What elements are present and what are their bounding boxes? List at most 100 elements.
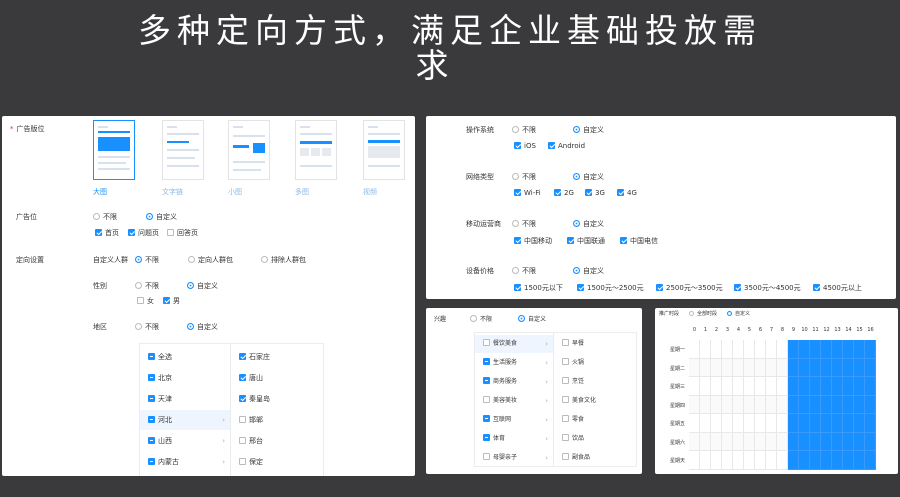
schedule-cell[interactable] xyxy=(788,358,799,377)
city-item[interactable]: 秦皇岛 xyxy=(231,389,323,409)
schedule-cell[interactable] xyxy=(832,395,843,414)
network-custom-radio[interactable]: 自定义 xyxy=(573,172,604,182)
schedule-cell[interactable] xyxy=(854,451,865,470)
check-answer[interactable]: 回答页 xyxy=(167,228,198,238)
check-male[interactable]: 男 xyxy=(163,296,180,306)
province-item[interactable]: 北京 xyxy=(140,368,231,388)
schedule-cell[interactable] xyxy=(744,451,755,470)
check-home[interactable]: 首页 xyxy=(95,228,119,238)
schedule-cell[interactable] xyxy=(755,395,766,414)
category-item[interactable]: 美容美妆 › xyxy=(475,392,554,410)
schedule-cell[interactable] xyxy=(821,414,832,433)
schedule-cell[interactable] xyxy=(777,432,788,451)
schedule-cell[interactable] xyxy=(689,414,700,433)
check-4g[interactable]: 4G xyxy=(617,189,637,197)
schedule-cell[interactable] xyxy=(700,395,711,414)
schedule-cell[interactable] xyxy=(766,395,777,414)
schedule-cell[interactable] xyxy=(689,395,700,414)
schedule-cell[interactable] xyxy=(843,377,854,396)
region-unlimited-radio[interactable]: 不限 xyxy=(135,322,159,332)
schedule-cell[interactable] xyxy=(766,358,777,377)
check-telecom[interactable]: 中国电信 xyxy=(620,236,658,246)
schedule-cell[interactable] xyxy=(744,414,755,433)
ad-position-unlimited-radio[interactable]: 不限 xyxy=(93,212,117,222)
schedule-cell[interactable] xyxy=(799,432,810,451)
schedule-cell[interactable] xyxy=(799,395,810,414)
schedule-cell[interactable] xyxy=(810,451,821,470)
schedule-cell[interactable] xyxy=(810,414,821,433)
interest-unlimited-radio[interactable]: 不限 xyxy=(470,314,492,323)
check-android[interactable]: Android xyxy=(548,142,585,150)
schedule-cell[interactable] xyxy=(711,377,722,396)
schedule-cell[interactable] xyxy=(843,358,854,377)
schedule-cell[interactable] xyxy=(689,358,700,377)
schedule-cell[interactable] xyxy=(722,432,733,451)
schedule-cell[interactable] xyxy=(821,358,832,377)
subcategory-item[interactable]: 烹饪 xyxy=(554,373,636,391)
city-item[interactable]: 邢台 xyxy=(231,431,323,451)
check-female[interactable]: 女 xyxy=(137,296,154,306)
schedule-cell[interactable] xyxy=(777,358,788,377)
schedule-cell[interactable] xyxy=(711,432,722,451)
schedule-cell[interactable] xyxy=(744,340,755,359)
schedule-cell[interactable] xyxy=(788,432,799,451)
schedule-cell[interactable] xyxy=(777,414,788,433)
schedule-cell[interactable] xyxy=(766,432,777,451)
check-price-4[interactable]: 3500元～4500元 xyxy=(734,283,801,293)
schedule-cell[interactable] xyxy=(821,340,832,359)
schedule-cell[interactable] xyxy=(733,414,744,433)
schedule-cell[interactable] xyxy=(854,395,865,414)
schedule-cell[interactable] xyxy=(766,414,777,433)
schedule-cell[interactable] xyxy=(854,377,865,396)
os-unlimited-radio[interactable]: 不限 xyxy=(512,125,536,135)
schedule-cell[interactable] xyxy=(821,395,832,414)
schedule-cell[interactable] xyxy=(722,414,733,433)
schedule-cell[interactable] xyxy=(711,451,722,470)
schedule-cell[interactable] xyxy=(722,451,733,470)
schedule-cell[interactable] xyxy=(788,414,799,433)
schedule-cell[interactable] xyxy=(821,377,832,396)
subcategory-item[interactable]: 早餐 xyxy=(554,335,636,353)
crowd-exclude-radio[interactable]: 排除人群包 xyxy=(261,255,306,265)
subcategory-item[interactable]: 火锅 xyxy=(554,354,636,372)
city-item[interactable]: 保定 xyxy=(231,452,323,472)
schedule-cell[interactable] xyxy=(788,377,799,396)
schedule-cell[interactable] xyxy=(766,377,777,396)
schedule-cell[interactable] xyxy=(799,414,810,433)
price-unlimited-radio[interactable]: 不限 xyxy=(512,266,536,276)
category-item[interactable]: 母婴亲子 › xyxy=(475,449,554,467)
schedule-cell[interactable] xyxy=(711,340,722,359)
schedule-cell[interactable] xyxy=(832,451,843,470)
subcategory-item[interactable]: 饮品 xyxy=(554,430,636,448)
schedule-cell[interactable] xyxy=(689,432,700,451)
carrier-custom-radio[interactable]: 自定义 xyxy=(573,219,604,229)
province-item[interactable]: 山西 › xyxy=(140,431,231,451)
schedule-cell[interactable] xyxy=(722,358,733,377)
schedule-cell[interactable] xyxy=(700,358,711,377)
schedule-cell[interactable] xyxy=(689,340,700,359)
ad-slot-text-link[interactable] xyxy=(162,120,204,180)
schedule-cell[interactable] xyxy=(744,377,755,396)
schedule-cell[interactable] xyxy=(865,340,876,359)
schedule-cell[interactable] xyxy=(865,414,876,433)
check-unicom[interactable]: 中国联通 xyxy=(567,236,605,246)
schedule-cell[interactable] xyxy=(755,414,766,433)
city-item[interactable]: 唐山 xyxy=(231,368,323,388)
schedule-cell[interactable] xyxy=(832,358,843,377)
schedule-cell[interactable] xyxy=(711,358,722,377)
check-ios[interactable]: iOS xyxy=(514,142,536,150)
ad-slot-big-image[interactable] xyxy=(93,120,135,180)
schedule-cell[interactable] xyxy=(821,432,832,451)
schedule-cell[interactable] xyxy=(788,451,799,470)
province-item[interactable]: 内蒙古 › xyxy=(140,452,231,472)
schedule-cell[interactable] xyxy=(700,432,711,451)
check-price-3[interactable]: 2500元～3500元 xyxy=(656,283,723,293)
check-cmcc[interactable]: 中国移动 xyxy=(514,236,552,246)
category-item[interactable]: 餐饮美食 › xyxy=(475,335,554,353)
category-item[interactable]: 商务服务 › xyxy=(475,373,554,391)
category-item[interactable]: 体育 › xyxy=(475,430,554,448)
schedule-cell[interactable] xyxy=(733,432,744,451)
schedule-cell[interactable] xyxy=(788,395,799,414)
city-item[interactable]: 邯郸 xyxy=(231,410,323,430)
schedule-cell[interactable] xyxy=(711,395,722,414)
